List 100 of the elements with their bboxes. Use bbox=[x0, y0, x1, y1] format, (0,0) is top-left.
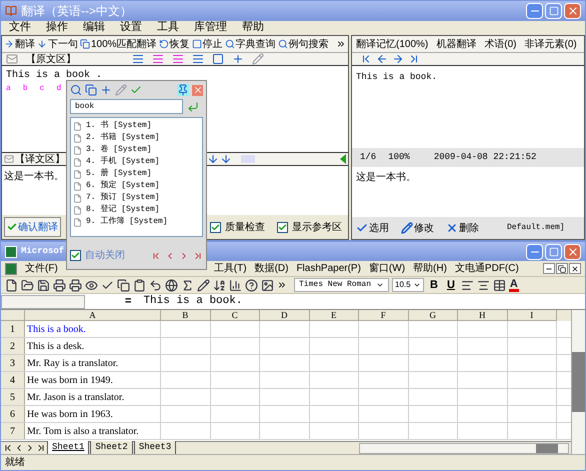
picture-icon[interactable] bbox=[261, 278, 274, 292]
restore-button[interactable] bbox=[556, 263, 568, 274]
plus-icon[interactable] bbox=[100, 84, 112, 96]
menu-item[interactable]: 窗口(W) bbox=[368, 261, 406, 276]
column-header[interactable]: D bbox=[260, 310, 310, 321]
column-header[interactable]: H bbox=[458, 310, 508, 321]
toolbar-button[interactable]: 下一句 bbox=[37, 36, 78, 52]
nav-icon[interactable] bbox=[193, 250, 203, 260]
chart-icon[interactable] bbox=[229, 278, 242, 292]
row-header[interactable]: 5 bbox=[1, 389, 25, 405]
confirm-button[interactable]: 确认翻译 bbox=[4, 217, 61, 237]
more-icon[interactable] bbox=[336, 39, 346, 49]
result-item[interactable]: 8. 登记 [System] bbox=[73, 204, 200, 216]
reference-tab[interactable]: 术语(0) bbox=[484, 36, 516, 52]
result-item[interactable]: 5. 册 [System] bbox=[73, 168, 200, 180]
check-icon[interactable] bbox=[130, 84, 142, 96]
result-item[interactable]: 1. 书 [System] bbox=[73, 120, 200, 132]
arrow-right-icon[interactable] bbox=[392, 53, 404, 65]
vertical-scrollbar[interactable] bbox=[571, 310, 585, 454]
menu-item[interactable]: 工具(T) bbox=[214, 261, 247, 276]
sort-icon[interactable] bbox=[213, 278, 226, 292]
column-header[interactable]: B bbox=[161, 310, 210, 321]
lines-icon[interactable] bbox=[192, 53, 204, 65]
result-item[interactable]: 9. 工作簿 [System] bbox=[73, 216, 200, 228]
menu-item[interactable]: 工具 bbox=[157, 22, 179, 33]
column-header[interactable]: G bbox=[408, 310, 458, 321]
undo-icon[interactable] bbox=[149, 278, 162, 292]
align-left-icon[interactable] bbox=[460, 278, 474, 292]
action-button[interactable]: 修改 bbox=[401, 220, 434, 236]
column-header[interactable]: A bbox=[25, 310, 161, 321]
row-header[interactable]: 3 bbox=[1, 355, 25, 371]
sheet-tab[interactable]: Sheet1 bbox=[47, 440, 90, 456]
checkbox[interactable] bbox=[210, 222, 221, 232]
row-header[interactable]: 1 bbox=[1, 321, 25, 337]
column-header[interactable]: E bbox=[310, 310, 359, 321]
column-header[interactable]: I bbox=[508, 310, 557, 321]
sigma-icon[interactable] bbox=[181, 278, 194, 292]
row-header[interactable]: 7 bbox=[1, 423, 25, 439]
search-icon[interactable] bbox=[70, 84, 82, 96]
last-icon[interactable] bbox=[408, 53, 420, 65]
lines-icon[interactable] bbox=[172, 53, 184, 65]
square-icon[interactable] bbox=[212, 53, 224, 65]
menu-item[interactable]: 设置 bbox=[120, 22, 142, 33]
toolbar-button[interactable]: 100%匹配翻译 bbox=[80, 36, 157, 52]
plus-icon[interactable] bbox=[232, 53, 244, 65]
menu-item[interactable]: 操作 bbox=[46, 22, 68, 33]
help-icon[interactable] bbox=[245, 278, 258, 292]
row-header[interactable]: 6 bbox=[1, 406, 25, 422]
result-item[interactable]: 4. 手机 [System] bbox=[73, 156, 200, 168]
reference-tab[interactable]: 翻译记忆(100%) bbox=[356, 36, 428, 52]
copy-icon[interactable] bbox=[117, 278, 130, 292]
arrow-down-icon[interactable] bbox=[220, 153, 232, 165]
result-item[interactable]: 7. 预订 [System] bbox=[73, 192, 200, 204]
toolbar-button[interactable]: 字典查询 bbox=[224, 36, 276, 52]
reference-tab[interactable]: 机器翻译 bbox=[436, 36, 476, 52]
column-header[interactable]: F bbox=[359, 310, 408, 321]
merge-icon[interactable] bbox=[492, 278, 506, 292]
reference-tab[interactable]: 非译元素(0) bbox=[524, 36, 577, 52]
menu-item[interactable]: 库管理 bbox=[194, 22, 227, 33]
copy-icon[interactable] bbox=[85, 84, 97, 96]
action-button[interactable]: 选用 bbox=[356, 220, 389, 236]
formula-field[interactable]: This is a book. bbox=[143, 293, 242, 310]
menu-item[interactable]: 文电通PDF(C) bbox=[454, 261, 519, 276]
save-icon[interactable] bbox=[37, 278, 50, 292]
arrow-down-icon[interactable] bbox=[207, 153, 219, 165]
sheet-tab[interactable]: Sheet3 bbox=[134, 440, 176, 456]
checkbox[interactable] bbox=[277, 222, 288, 232]
format-button[interactable]: U bbox=[444, 276, 458, 294]
first-icon[interactable] bbox=[360, 53, 372, 65]
lines-icon[interactable] bbox=[132, 53, 144, 65]
nav-icon[interactable] bbox=[151, 250, 161, 260]
toolbar-button[interactable]: 翻译 bbox=[4, 36, 35, 52]
column-header[interactable]: C bbox=[210, 310, 260, 321]
sheet-nav-icon[interactable] bbox=[3, 443, 13, 453]
maximize-button[interactable] bbox=[545, 3, 562, 19]
font-dropdown[interactable]: Times New Roman bbox=[294, 278, 389, 292]
toolbar-button[interactable]: 例句搜索 bbox=[278, 36, 329, 52]
action-button[interactable]: 删除 bbox=[446, 220, 479, 236]
search-field[interactable]: book bbox=[70, 99, 183, 114]
result-item[interactable]: 6. 预定 [System] bbox=[73, 180, 200, 192]
minimize-button[interactable] bbox=[543, 263, 555, 274]
sheet-icon[interactable] bbox=[5, 262, 17, 274]
menu-item[interactable]: 文件(F) bbox=[25, 261, 58, 276]
paste-icon[interactable] bbox=[133, 278, 146, 292]
close-button[interactable] bbox=[569, 263, 581, 274]
row-header[interactable]: 4 bbox=[1, 372, 25, 388]
menu-item[interactable]: 数据(D) bbox=[254, 261, 288, 276]
file-icon[interactable] bbox=[5, 278, 18, 292]
toolbar-button[interactable]: 停止 bbox=[192, 36, 223, 52]
printer-icon[interactable] bbox=[69, 278, 82, 292]
globe-icon[interactable] bbox=[165, 278, 178, 292]
preview-icon[interactable] bbox=[85, 278, 98, 292]
horizontal-scrollbar[interactable] bbox=[359, 442, 569, 454]
printer-icon[interactable] bbox=[53, 278, 66, 292]
result-item[interactable]: 2. 书籍 [System] bbox=[73, 132, 200, 144]
format-button[interactable]: B bbox=[427, 276, 441, 294]
size-dropdown[interactable]: 10.5 bbox=[392, 278, 424, 292]
pin-icon[interactable] bbox=[177, 84, 189, 96]
checkbox[interactable] bbox=[70, 250, 81, 261]
more-icon[interactable] bbox=[277, 280, 287, 290]
